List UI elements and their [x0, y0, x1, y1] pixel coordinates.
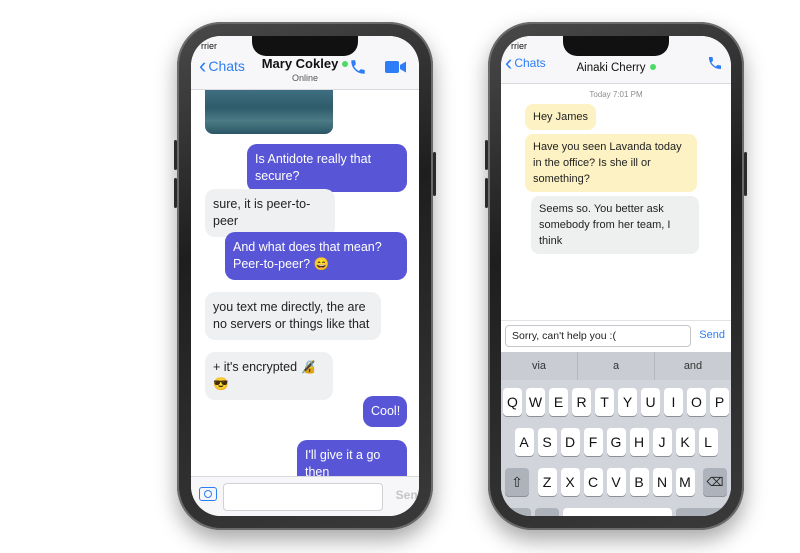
- message-incoming[interactable]: Seems so. You better ask somebody from h…: [531, 196, 699, 254]
- key[interactable]: N: [652, 468, 672, 496]
- chat-screen-left: rrier ‹ Chats Mary Cokley Online Is Anti…: [191, 36, 419, 516]
- key[interactable]: C: [583, 468, 603, 496]
- suggestion-item[interactable]: and: [655, 352, 731, 380]
- volume-button: [174, 140, 177, 170]
- send-button[interactable]: Send: [396, 488, 419, 502]
- key-row-1: Q W E R T Y U I O P: [501, 388, 731, 416]
- key[interactable]: I: [664, 388, 683, 416]
- key[interactable]: A: [514, 428, 534, 456]
- phone-icon[interactable]: [707, 55, 723, 76]
- suggestion-bar: via a and: [501, 352, 731, 380]
- key[interactable]: W: [526, 388, 545, 416]
- shared-photo[interactable]: [205, 90, 333, 134]
- message-incoming[interactable]: sure, it is peer-to-peer: [205, 189, 335, 237]
- phone-frame-right: rrier ‹ Chats Ainaki Cherry Today 7:01 P…: [485, 22, 747, 530]
- message-timestamp: Today 7:01 PM: [589, 90, 643, 99]
- phone-icon[interactable]: [349, 58, 367, 81]
- carrier-label: rrier: [201, 41, 217, 51]
- message-outgoing[interactable]: Is Antidote really that secure?: [247, 144, 407, 192]
- key[interactable]: F: [583, 428, 603, 456]
- key[interactable]: K: [675, 428, 695, 456]
- contact-name: Ainaki Cherry: [576, 62, 646, 74]
- message-outgoing[interactable]: Have you seen Lavanda today in the offic…: [525, 134, 697, 192]
- message-outgoing[interactable]: And what does that mean? Peer-to-peer? 😄: [225, 232, 407, 280]
- key[interactable]: H: [629, 428, 649, 456]
- chat-screen-right: rrier ‹ Chats Ainaki Cherry Today 7:01 P…: [501, 36, 731, 516]
- online-indicator: [342, 60, 349, 67]
- suggestion-item[interactable]: via: [501, 352, 578, 380]
- compose-bar: Sorry, can't help you :( Send: [501, 320, 731, 352]
- key[interactable]: Z: [537, 468, 557, 496]
- key[interactable]: G: [606, 428, 626, 456]
- key[interactable]: B: [629, 468, 649, 496]
- message-input[interactable]: [223, 483, 383, 511]
- key-row-3: ⇧ Z X C V B N M ⌫: [501, 468, 731, 496]
- notch: [563, 36, 669, 56]
- contact-name: Mary Cokley: [261, 56, 339, 71]
- suggestion-item[interactable]: a: [578, 352, 655, 380]
- key[interactable]: U: [641, 388, 660, 416]
- shift-icon[interactable]: ⇧: [505, 468, 529, 496]
- key[interactable]: J: [652, 428, 672, 456]
- key[interactable]: T: [595, 388, 614, 416]
- delete-icon[interactable]: ⌫: [703, 468, 727, 496]
- power-button: [433, 152, 436, 196]
- message-outgoing[interactable]: Cool!: [363, 396, 407, 427]
- power-button: [744, 152, 747, 196]
- key-row-4: 123 ☺ space return: [501, 508, 731, 516]
- key[interactable]: Y: [618, 388, 637, 416]
- key[interactable]: L: [698, 428, 718, 456]
- online-indicator: [649, 63, 656, 70]
- key[interactable]: O: [687, 388, 706, 416]
- message-input[interactable]: Sorry, can't help you :(: [505, 325, 691, 347]
- volume-button: [174, 178, 177, 208]
- send-button[interactable]: Send: [699, 329, 725, 341]
- key[interactable]: D: [560, 428, 580, 456]
- key[interactable]: P: [710, 388, 729, 416]
- compose-bar: Send: [191, 476, 419, 516]
- notch: [252, 36, 358, 56]
- mockup-stage: rrier ‹ Chats Mary Cokley Online Is Anti…: [0, 0, 800, 553]
- space-key[interactable]: space: [563, 508, 673, 516]
- volume-button: [485, 178, 488, 208]
- key[interactable]: X: [560, 468, 580, 496]
- phone-frame-left: rrier ‹ Chats Mary Cokley Online Is Anti…: [174, 22, 436, 530]
- return-key[interactable]: return: [676, 508, 727, 516]
- volume-button: [485, 140, 488, 170]
- message-incoming[interactable]: + it's encrypted 🔏😎: [205, 352, 333, 400]
- key[interactable]: V: [606, 468, 626, 496]
- key[interactable]: S: [537, 428, 557, 456]
- keyboard: via a and Q W E R T Y U I O P A S D F G …: [501, 352, 731, 516]
- key-row-2: A S D F G H J K L: [501, 428, 731, 456]
- contact-title[interactable]: Ainaki Cherry: [501, 58, 731, 76]
- key[interactable]: M: [675, 468, 695, 496]
- video-icon[interactable]: [385, 60, 407, 79]
- numbers-key[interactable]: 123: [505, 508, 531, 516]
- message-incoming[interactable]: you text me directly, the are no servers…: [205, 292, 381, 340]
- key[interactable]: Q: [503, 388, 522, 416]
- camera-icon[interactable]: [199, 487, 217, 501]
- emoji-icon[interactable]: ☺: [535, 508, 559, 516]
- carrier-label: rrier: [511, 41, 527, 51]
- key[interactable]: E: [549, 388, 568, 416]
- key[interactable]: R: [572, 388, 591, 416]
- message-outgoing[interactable]: Hey James: [525, 104, 597, 130]
